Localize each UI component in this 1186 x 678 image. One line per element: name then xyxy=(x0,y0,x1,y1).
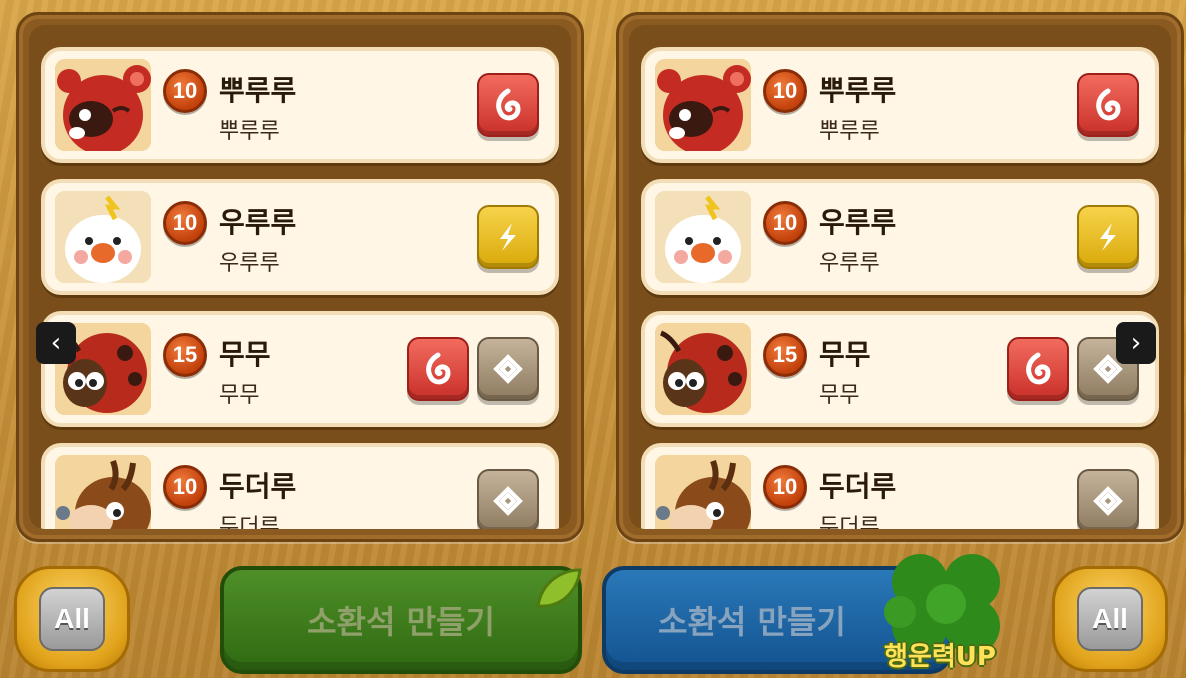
fire-stone-icon[interactable] xyxy=(407,337,469,401)
mole-portrait xyxy=(655,455,751,529)
level-badge: 10 xyxy=(163,465,207,509)
red-raccoon-portrait xyxy=(655,59,751,151)
monster-card[interactable]: 15 무무 무무 xyxy=(41,311,559,427)
monster-name: 우루루 xyxy=(819,206,897,239)
right-list-scroll-area[interactable]: 10 뿌루루 뿌루루 10 우루루 우루루 15 무무 무무 10 두더루 두더… xyxy=(629,25,1171,529)
earth-stone-icon[interactable] xyxy=(477,337,539,401)
monster-subname: 뿌루루 xyxy=(819,119,880,144)
level-badge: 10 xyxy=(163,69,207,113)
monster-subname: 무무 xyxy=(819,383,860,408)
luck-up-label: 행운력UP xyxy=(884,642,996,672)
all-label: All xyxy=(1077,587,1143,651)
fire-stone-icon[interactable] xyxy=(477,73,539,137)
monster-subname: 뿌루루 xyxy=(219,119,280,144)
summon-label: 소환석 만들기 xyxy=(658,603,846,641)
monster-name: 뿌루루 xyxy=(819,74,897,107)
next-page-button[interactable]: › xyxy=(1116,322,1156,364)
left-summon-list-panel: 10 뿌루루 뿌루루 10 우루루 우루루 15 무무 무무 10 두더루 두더… xyxy=(16,12,584,542)
prev-page-button[interactable]: ‹ xyxy=(36,322,76,364)
level-badge: 10 xyxy=(763,201,807,245)
monster-subname: 무무 xyxy=(219,383,260,408)
level-badge: 10 xyxy=(763,69,807,113)
monster-card[interactable]: 10 뿌루루 뿌루루 xyxy=(41,47,559,163)
red-raccoon-portrait xyxy=(55,59,151,151)
monster-card[interactable]: 10 우루루 우루루 xyxy=(41,179,559,295)
monster-subname: 두더루 xyxy=(219,515,280,529)
leaf-icon xyxy=(536,568,582,608)
summon-label: 소환석 만들기 xyxy=(307,603,495,641)
monster-card[interactable]: 10 두더루 두더루 xyxy=(41,443,559,529)
monster-subname: 우루루 xyxy=(219,251,280,276)
monster-subname: 우루루 xyxy=(819,251,880,276)
select-all-button-right[interactable]: All xyxy=(1052,566,1168,672)
monster-card[interactable]: 10 두더루 두더루 xyxy=(641,443,1159,529)
monster-name: 뿌루루 xyxy=(219,74,297,107)
white-chicken-portrait xyxy=(655,191,751,283)
monster-name: 두더루 xyxy=(819,470,897,503)
earth-stone-icon[interactable] xyxy=(477,469,539,529)
make-summon-stone-button-left[interactable]: 소환석 만들기 xyxy=(220,566,582,674)
monster-name: 두더루 xyxy=(219,470,297,503)
white-chicken-portrait xyxy=(55,191,151,283)
level-badge: 10 xyxy=(763,465,807,509)
monster-subname: 두더루 xyxy=(819,515,880,529)
monster-card[interactable]: 10 우루루 우루루 xyxy=(641,179,1159,295)
monster-name: 우루루 xyxy=(219,206,297,239)
level-badge: 15 xyxy=(163,333,207,377)
monster-card[interactable]: 10 뿌루루 뿌루루 xyxy=(641,47,1159,163)
monster-card[interactable]: 15 무무 무무 xyxy=(641,311,1159,427)
thunder-stone-icon[interactable] xyxy=(477,205,539,269)
select-all-button-left[interactable]: All xyxy=(14,566,130,672)
level-badge: 10 xyxy=(163,201,207,245)
earth-stone-icon[interactable] xyxy=(1077,469,1139,529)
monster-name: 무무 xyxy=(219,338,271,371)
left-list-scroll-area[interactable]: 10 뿌루루 뿌루루 10 우루루 우루루 15 무무 무무 10 두더루 두더… xyxy=(29,25,571,529)
mole-portrait xyxy=(55,455,151,529)
level-badge: 15 xyxy=(763,333,807,377)
monster-name: 무무 xyxy=(819,338,871,371)
right-summon-list-panel: 10 뿌루루 뿌루루 10 우루루 우루루 15 무무 무무 10 두더루 두더… xyxy=(616,12,1184,542)
fire-stone-icon[interactable] xyxy=(1007,337,1069,401)
all-label: All xyxy=(39,587,105,651)
fire-stone-icon[interactable] xyxy=(1077,73,1139,137)
ladybug-cow-portrait xyxy=(655,323,751,415)
thunder-stone-icon[interactable] xyxy=(1077,205,1139,269)
